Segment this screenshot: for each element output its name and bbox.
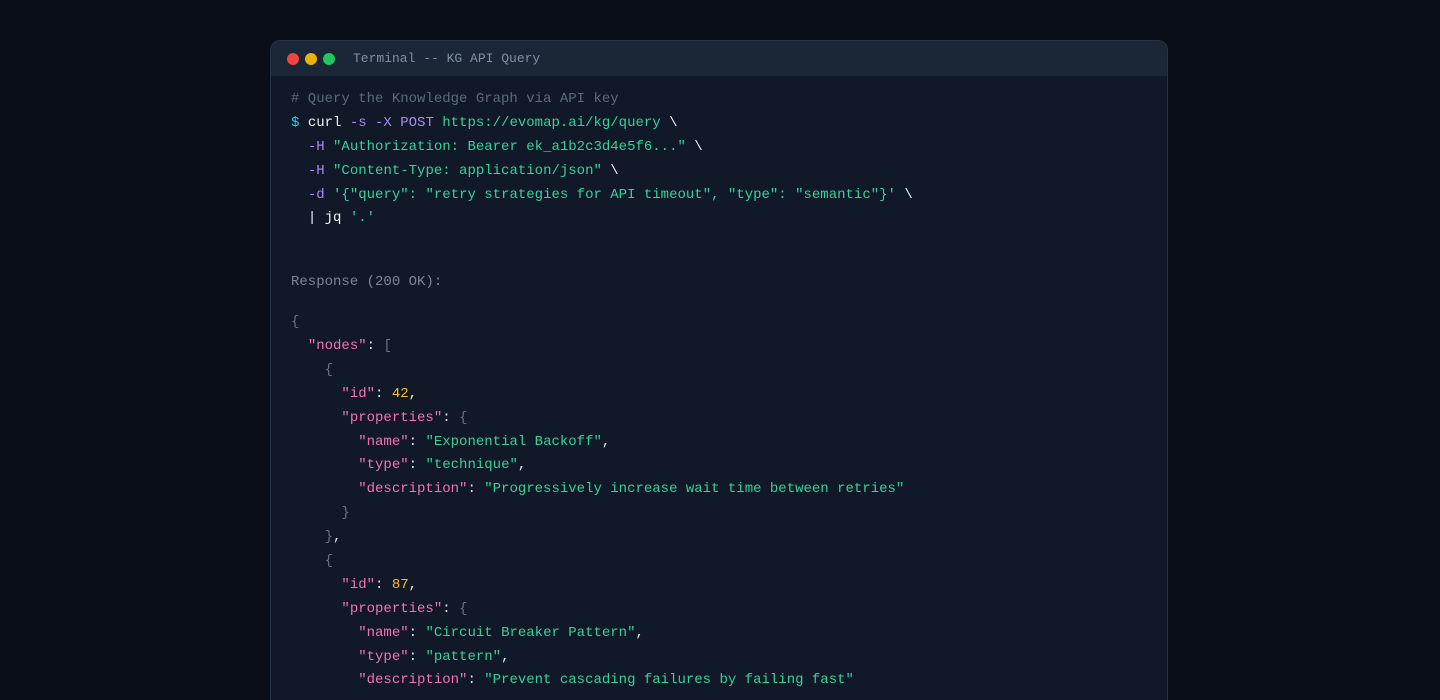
node-type-line: "type": "technique", <box>358 457 527 474</box>
json-nodes-line: "nodes": [ <box>307 338 392 355</box>
header-flag: -H <box>307 138 325 155</box>
command-flags: -s -X POST <box>349 114 434 131</box>
command-line-4: -d '{"query": "retry strategies for API … <box>291 184 1167 208</box>
line-continuation: \ <box>904 186 913 203</box>
window-title: Terminal -- KG API Query <box>353 51 541 66</box>
node-description-value: "Progressively increase wait time betwee… <box>484 481 905 498</box>
node-open: { <box>324 361 334 378</box>
maximize-window-button[interactable] <box>323 52 335 65</box>
node-type-line: "type": "pattern", <box>358 648 510 665</box>
node-name-line: "name": "Exponential Backoff", <box>358 433 611 450</box>
terminal-output[interactable]: # Query the Knowledge Graph via API key … <box>271 76 1167 693</box>
json-key: "type" <box>358 648 409 665</box>
node-name-value: "Circuit Breaker Pattern" <box>425 624 636 641</box>
node-description-line: "description": "Prevent cascading failur… <box>358 672 854 689</box>
node-properties-line: "properties": { <box>341 600 468 617</box>
json-key: "nodes" <box>307 338 367 355</box>
command-program: curl <box>307 114 342 131</box>
json-key: "properties" <box>341 600 443 617</box>
header-flag: -H <box>307 162 325 179</box>
json-key: "id" <box>341 385 376 402</box>
node-name-line: "name": "Circuit Breaker Pattern", <box>358 624 644 641</box>
data-flag: -d <box>307 186 325 203</box>
node-open: { <box>324 553 334 570</box>
json-key: "description" <box>358 481 468 498</box>
json-key: "name" <box>358 433 409 450</box>
jq-filter: '.' <box>349 210 376 227</box>
node-type-value: "technique" <box>425 457 518 474</box>
line-continuation: \ <box>669 114 678 131</box>
node-name-value: "Exponential Backoff" <box>425 433 602 450</box>
pipe-command: | jq <box>307 210 342 227</box>
json-key: "name" <box>358 624 409 641</box>
json-key: "type" <box>358 457 409 474</box>
comment-text: # Query the Knowledge Graph via API key <box>291 91 619 107</box>
node-type-value: "pattern" <box>425 648 502 665</box>
response-status: Response (200 OK): <box>291 274 443 291</box>
node-properties-line: "properties": { <box>341 409 468 426</box>
json-key: "description" <box>358 672 468 689</box>
json-key: "properties" <box>341 409 443 426</box>
properties-close: } <box>341 505 350 522</box>
line-continuation: \ <box>694 138 703 155</box>
command-line-2: -H "Authorization: Bearer ek_a1b2c3d4e5f… <box>291 136 1167 160</box>
node-description-value: "Prevent cascading failures by failing f… <box>484 672 854 689</box>
node-id-line: "id": 87, <box>341 576 418 593</box>
title-bar: Terminal -- KG API Query <box>271 41 1167 76</box>
shell-prompt: $ <box>291 114 300 131</box>
node-id-line: "id": 42, <box>341 385 418 402</box>
json-key: "id" <box>341 576 376 593</box>
command-line-3: -H "Content-Type: application/json" \ <box>291 160 1167 184</box>
open-brace: { <box>291 314 300 331</box>
command-line-5: | jq '.' <box>291 207 1167 231</box>
minimize-window-button[interactable] <box>305 52 317 65</box>
response-label: Response (200 OK): <box>291 271 1167 295</box>
node-id-value: 42 <box>391 385 409 402</box>
content-type-header-value: "Content-Type: application/json" <box>333 162 602 179</box>
command-comment: # Query the Knowledge Graph via API key <box>291 88 1167 112</box>
request-url: https://evomap.ai/kg/query <box>442 114 661 131</box>
auth-header-value: "Authorization: Bearer ek_a1b2c3d4e5f6..… <box>333 138 686 155</box>
terminal-window[interactable]: Terminal -- KG API Query # Query the Kno… <box>270 40 1168 700</box>
open-bracket: [ <box>383 338 392 355</box>
node-close: }, <box>324 529 342 546</box>
node-id-value: 87 <box>391 576 409 593</box>
request-body: '{"query": "retry strategies for API tim… <box>333 186 896 203</box>
json-open: { <box>291 311 1167 335</box>
command-line-1: $ curl -s -X POST https://evomap.ai/kg/q… <box>291 112 1167 136</box>
node-description-line: "description": "Progressively increase w… <box>358 481 905 498</box>
line-continuation: \ <box>610 162 619 179</box>
close-window-button[interactable] <box>287 52 299 65</box>
